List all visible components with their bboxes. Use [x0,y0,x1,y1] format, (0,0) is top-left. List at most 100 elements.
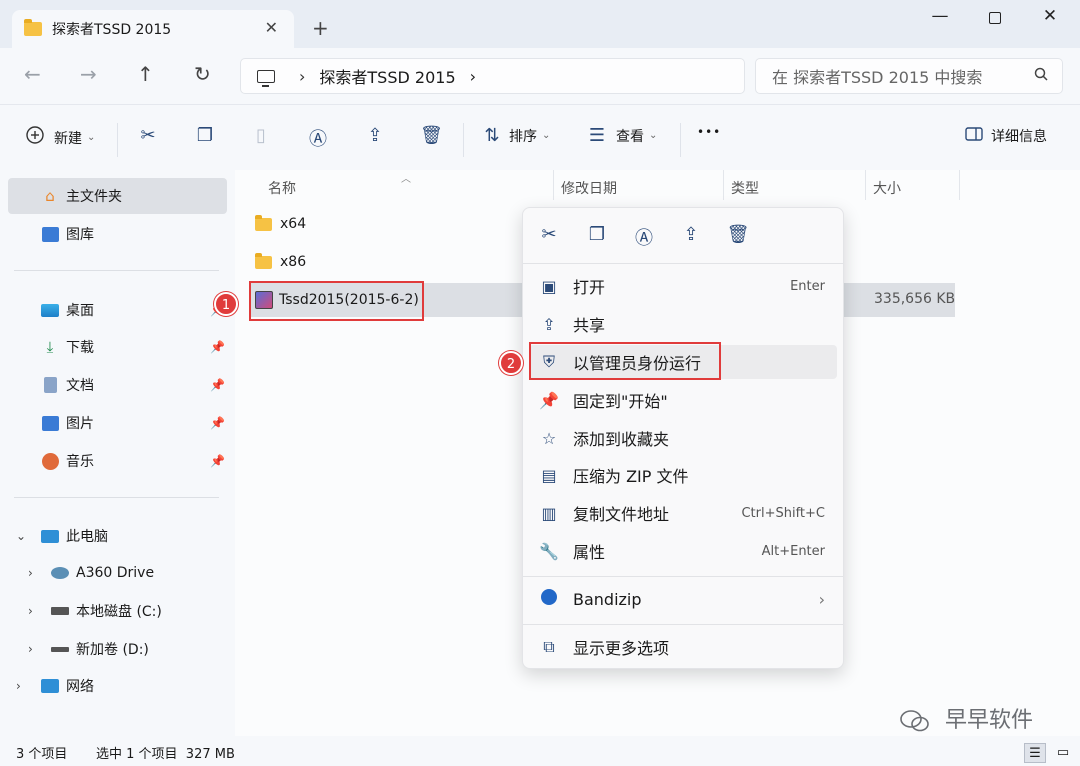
rename-icon[interactable]: Ⓐ [632,224,656,250]
new-button[interactable]: 新建 ⌄ [24,125,95,150]
sidebar-item-music[interactable]: 音乐 📌 [8,443,227,479]
tab-current[interactable]: 探索者TSSD 2015 ✕ [12,10,294,48]
cut-button[interactable]: ✂ [137,125,159,146]
more-options-button[interactable]: ••• [697,125,721,139]
divider [865,170,866,200]
chevron-right-icon[interactable]: › [28,642,33,656]
details-label: 详细信息 [991,128,1047,145]
picture-icon [40,413,60,433]
chevron-right-icon[interactable]: › [28,604,33,618]
scissors-icon[interactable]: ✂ [537,224,561,245]
sidebar-item-this-pc[interactable]: ⌄ 此电脑 [8,518,227,554]
menu-item-bandizip[interactable]: Bandizip › [529,582,837,616]
menu-item-label: 压缩为 ZIP 文件 [573,467,689,486]
search-placeholder: 在 探索者TSSD 2015 中搜索 [772,68,983,87]
divider [523,263,843,264]
pin-icon[interactable]: 📌 [210,454,225,468]
column-header-modified[interactable]: 修改日期 [561,178,617,198]
tiles-view-icon[interactable]: ▭ [1052,743,1074,763]
breadcrumb[interactable]: 探索者TSSD 2015 [319,64,455,88]
chevron-down-icon[interactable]: ⌄ [16,529,26,543]
list-item[interactable]: x64 [255,207,306,241]
menu-item-properties[interactable]: 🔧 属性 Alt+Enter [529,534,837,568]
menu-item-open[interactable]: ▣ 打开 Enter [529,269,837,303]
up-button[interactable]: ↑ [137,62,154,86]
chevron-down-icon: ⌄ [87,132,96,143]
pin-icon[interactable]: 📌 [210,378,225,392]
maximize-button[interactable] [975,6,1015,29]
refresh-button[interactable]: ↻ [194,62,211,86]
details-button[interactable]: 详细信息 [963,125,1047,146]
close-window-button[interactable]: ✕ [1030,6,1070,26]
watermark-text: 早早软件 [945,708,1034,733]
menu-item-compress-zip[interactable]: ▤ 压缩为 ZIP 文件 [529,458,837,492]
menu-item-copy-path[interactable]: ▥ 复制文件地址 Ctrl+Shift+C [529,496,837,530]
new-tab-button[interactable]: + [312,16,329,40]
search-input[interactable]: 在 探索者TSSD 2015 中搜索 [755,58,1063,94]
copy-icon[interactable]: ❐ [585,224,609,245]
shortcut-label: Enter [790,278,825,294]
menu-item-show-more[interactable]: ⧉ 显示更多选项 [529,630,837,664]
sort-button[interactable]: ⇅ 排序 ⌄ [481,125,550,146]
sidebar-item-network[interactable]: › 网络 [8,668,227,704]
details-view-icon[interactable]: ☰ [1024,743,1046,763]
delete-button[interactable]: 🗑 [420,125,443,146]
sidebar-item-documents[interactable]: 文档 📌 [8,367,227,403]
column-header-size[interactable]: 大小 [873,178,901,198]
sidebar-item-desktop[interactable]: 桌面 📌 [8,292,227,328]
list-item[interactable]: x86 [255,245,306,279]
watermark: 早早软件 [900,702,1033,734]
chevron-right-icon[interactable]: › [28,566,33,580]
divider [523,576,843,577]
menu-item-label: 添加到收藏夹 [573,430,670,449]
computer-icon [257,69,275,87]
star-icon: ☆ [541,428,557,448]
sidebar-item-new-d[interactable]: › 新加卷 (D:) [8,631,227,667]
column-header-type[interactable]: 类型 [731,178,759,198]
copy-button[interactable]: ❐ [194,125,216,146]
sidebar-item-home[interactable]: ⌂ 主文件夹 [8,178,227,214]
sidebar-item-downloads[interactable]: ⤓ 下载 📌 [8,329,227,365]
divider [14,497,219,498]
divider [680,123,681,157]
folder-icon [24,19,42,36]
pin-icon[interactable]: 📌 [210,340,225,354]
paste-button[interactable]: ▯ [250,125,272,146]
view-button[interactable]: ☰ 查看 ⌄ [586,125,657,146]
menu-item-label: 复制文件地址 [573,505,670,524]
close-tab-icon[interactable]: ✕ [265,18,278,37]
disk-icon [50,639,70,659]
tab-bar: 探索者TSSD 2015 ✕ + — ✕ [0,0,1080,48]
rename-button[interactable]: Ⓐ [307,125,329,151]
sidebar-item-a360[interactable]: › A360 Drive [8,555,227,591]
download-icon: ⤓ [46,338,54,356]
network-icon [40,676,60,696]
column-header-name[interactable]: 名称 [268,178,296,198]
trash-icon[interactable]: 🗑 [726,224,750,245]
menu-item-pin-start[interactable]: 📌 固定到"开始" [529,383,837,417]
file-name: x86 [280,254,307,270]
chevron-right-icon[interactable]: › [16,679,21,693]
pin-icon[interactable]: 📌 [210,416,225,430]
forward-button[interactable]: → [80,62,97,86]
menu-item-add-favorites[interactable]: ☆ 添加到收藏夹 [529,421,837,455]
step-badge: 2 [499,351,523,375]
sidebar-item-local-c[interactable]: › 本地磁盘 (C:) [8,593,227,629]
back-button[interactable]: ← [24,62,41,86]
share-button[interactable]: ⇪ [364,125,386,146]
minimize-button[interactable]: — [920,6,960,26]
address-bar[interactable]: › 探索者TSSD 2015 › [240,58,745,94]
new-label: 新建 [54,130,82,147]
sidebar-item-label: 图片 [66,416,94,432]
item-count: 3 个项目 [16,747,68,762]
menu-item-share[interactable]: ⇪ 共享 [529,307,837,341]
folder-icon [255,252,272,269]
sidebar-item-label: 桌面 [66,303,94,319]
chevron-right-icon[interactable]: › [299,67,305,86]
share-icon[interactable]: ⇪ [679,224,703,245]
sidebar-item-pictures[interactable]: 图片 📌 [8,405,227,441]
sidebar-item-gallery[interactable]: 图库 [8,216,227,252]
shortcut-label: Ctrl+Shift+C [741,505,825,521]
chevron-right-icon[interactable]: › [470,67,476,86]
wechat-icon [900,710,929,732]
